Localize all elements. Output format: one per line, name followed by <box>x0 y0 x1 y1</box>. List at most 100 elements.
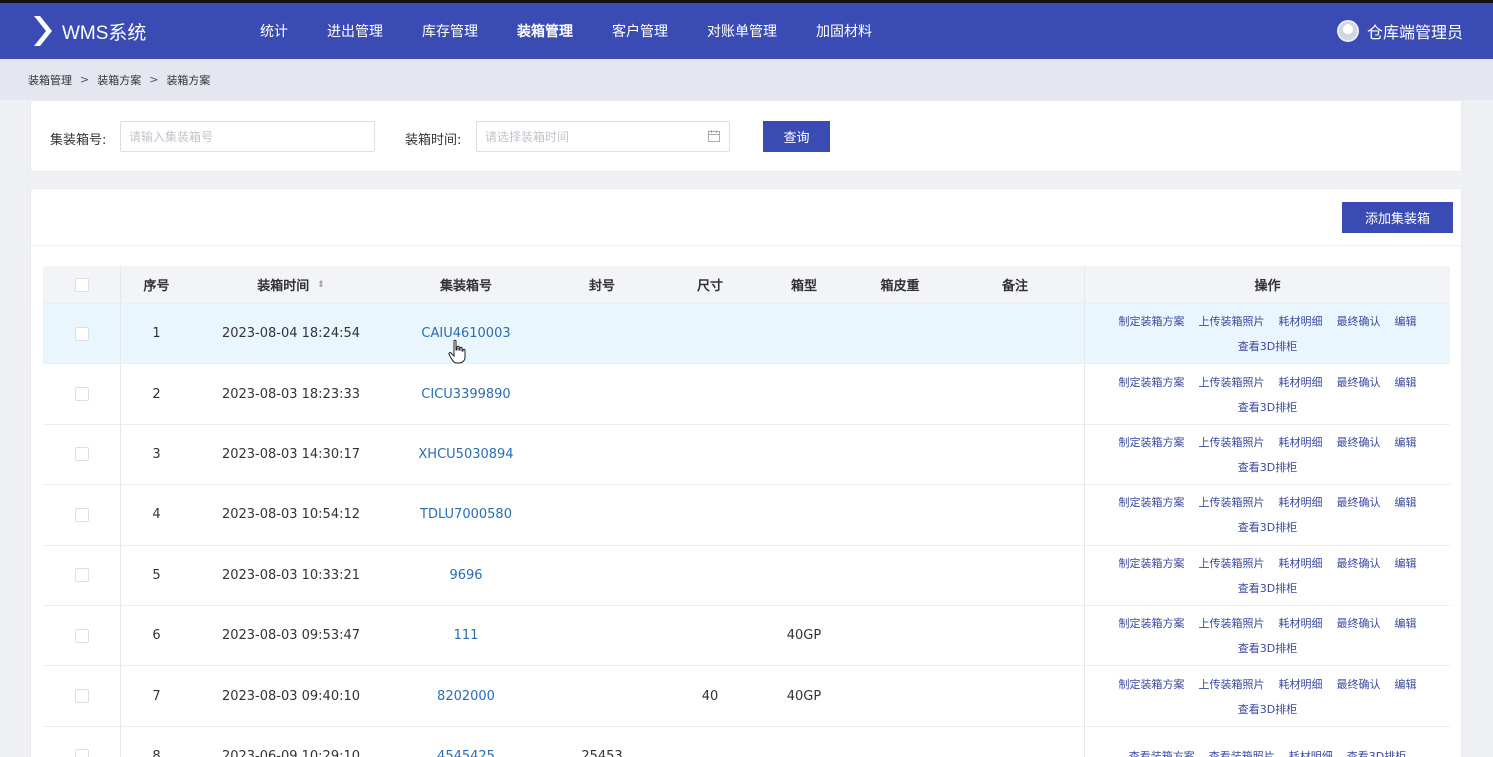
view-3d-link[interactable]: 查看3D排柜 <box>1238 399 1297 415</box>
op-link-4[interactable]: 编辑 <box>1395 313 1417 329</box>
row-checkbox[interactable] <box>74 447 89 462</box>
row-ops: 制定装箱方案 上传装箱照片 耗材明细 最终确认 编辑查看3D排柜 <box>1084 485 1450 545</box>
op-link-3[interactable]: 最终确认 <box>1337 434 1381 450</box>
op-link-3[interactable]: 查看3D排柜 <box>1347 748 1406 757</box>
op-link-3[interactable]: 最终确认 <box>1337 615 1381 631</box>
op-link-3[interactable]: 最终确认 <box>1337 494 1381 510</box>
op-link-3[interactable]: 最终确认 <box>1337 555 1381 571</box>
table-row[interactable]: 4 2023-08-03 10:54:12 TDLU7000580 制定装箱方案 上传装… <box>43 485 1450 546</box>
op-link-0[interactable]: 制定装箱方案 <box>1119 555 1185 571</box>
row-checkbox[interactable] <box>74 689 89 704</box>
breadcrumb-item[interactable]: 装箱方案 <box>97 72 141 88</box>
containers-table: 序号 装箱时间 ⇕ 集装箱号 封号 尺寸 箱型 箱皮重 备注 操作 1 2023-… <box>43 266 1450 757</box>
op-link-4[interactable]: 编辑 <box>1395 555 1417 571</box>
op-link-1[interactable]: 上传装箱照片 <box>1199 313 1265 329</box>
op-link-4[interactable]: 编辑 <box>1395 434 1417 450</box>
table-row[interactable]: 5 2023-08-03 10:33:21 9696 制定装箱方案 上传装箱照片 耗材明细… <box>43 545 1450 606</box>
op-link-4[interactable]: 编辑 <box>1395 615 1417 631</box>
op-link-2[interactable]: 耗材明细 <box>1289 748 1333 757</box>
row-checkbox[interactable] <box>74 507 89 522</box>
packing-time-picker[interactable] <box>476 121 730 152</box>
op-link-3[interactable]: 最终确认 <box>1337 676 1381 692</box>
view-3d-link[interactable]: 查看3D排柜 <box>1238 580 1297 596</box>
select-all-checkbox[interactable] <box>74 277 89 292</box>
op-link-0[interactable]: 制定装箱方案 <box>1119 676 1185 692</box>
container-no-link[interactable]: CICU3399890 <box>421 387 510 402</box>
row-checkbox[interactable] <box>74 387 89 402</box>
container-no-link[interactable]: 111 <box>454 628 479 643</box>
container-no-link[interactable]: XHCU5030894 <box>418 447 513 462</box>
row-checkbox[interactable] <box>74 749 89 757</box>
op-link-3[interactable]: 最终确认 <box>1337 313 1381 329</box>
row-checkbox[interactable] <box>74 628 89 643</box>
nav-item-customers[interactable]: 客户管理 <box>612 21 668 41</box>
breadcrumb-separator: > <box>149 73 159 86</box>
search-panel: 集装箱号: 装箱时间: 查询 <box>30 100 1462 172</box>
op-link-1[interactable]: 上传装箱照片 <box>1199 676 1265 692</box>
view-3d-link[interactable]: 查看3D排柜 <box>1238 640 1297 656</box>
row-seal <box>542 304 662 363</box>
op-link-2[interactable]: 耗材明细 <box>1279 374 1323 390</box>
row-note <box>950 304 1080 363</box>
op-link-4[interactable]: 编辑 <box>1395 374 1417 390</box>
nav-item-packing[interactable]: 装箱管理 <box>517 21 573 41</box>
op-link-1[interactable]: 上传装箱照片 <box>1199 434 1265 450</box>
op-link-1[interactable]: 上传装箱照片 <box>1199 555 1265 571</box>
view-3d-link[interactable]: 查看3D排柜 <box>1238 701 1297 717</box>
nav-item-inventory[interactable]: 库存管理 <box>422 21 478 41</box>
op-link-0[interactable]: 制定装箱方案 <box>1119 434 1185 450</box>
op-link-2[interactable]: 耗材明细 <box>1279 676 1323 692</box>
table-row[interactable]: 6 2023-08-03 09:53:47 111 40GP 制定装箱方案 上传装箱照片耗… <box>43 605 1450 667</box>
op-link-0[interactable]: 制定装箱方案 <box>1119 615 1185 631</box>
container-no-link[interactable]: TDLU7000580 <box>420 507 512 522</box>
container-no-link[interactable]: 9696 <box>449 568 482 583</box>
op-link-4[interactable]: 编辑 <box>1395 676 1417 692</box>
add-container-button[interactable]: 添加集装箱 <box>1342 202 1453 233</box>
op-link-0[interactable]: 查看装箱方案 <box>1129 748 1195 757</box>
app-logo[interactable]: WMS系统 <box>30 14 230 48</box>
op-link-2[interactable]: 耗材明细 <box>1279 615 1323 631</box>
container-no-input[interactable] <box>120 121 375 152</box>
op-link-1[interactable]: 查看装箱照片 <box>1209 748 1275 757</box>
row-type <box>758 727 850 757</box>
table-row[interactable]: 7 2023-08-03 09:40:10 8202000 40 40GP 制定装箱方案上… <box>43 666 1450 727</box>
op-link-4[interactable]: 编辑 <box>1395 494 1417 510</box>
query-button[interactable]: 查询 <box>763 121 830 152</box>
nav-item-inout[interactable]: 进出管理 <box>327 21 383 41</box>
table-row[interactable]: 2 2023-08-03 18:23:33 CICU3399890 制定装箱方案 上传装… <box>43 364 1450 425</box>
table-row[interactable]: 8 2023-06-09 10:29:10 4545425 25453 查看装箱方案 查看… <box>43 726 1450 757</box>
op-link-2[interactable]: 耗材明细 <box>1279 313 1323 329</box>
row-checkbox[interactable] <box>74 568 89 583</box>
header-container-no: 集装箱号 <box>439 279 492 294</box>
nav-item-statements[interactable]: 对账单管理 <box>707 21 777 41</box>
op-link-0[interactable]: 制定装箱方案 <box>1119 494 1185 510</box>
table-row[interactable]: 3 2023-08-03 14:30:17 XHCU5030894 制定装箱方案 上传装… <box>43 424 1450 486</box>
row-checkbox[interactable] <box>74 326 89 341</box>
nav-item-materials[interactable]: 加固材料 <box>816 21 872 41</box>
op-link-1[interactable]: 上传装箱照片 <box>1199 494 1265 510</box>
view-3d-link[interactable]: 查看3D排柜 <box>1238 519 1297 535</box>
op-link-2[interactable]: 耗材明细 <box>1279 555 1323 571</box>
row-ops: 制定装箱方案 上传装箱照片 耗材明细 最终确认 编辑查看3D排柜 <box>1084 545 1450 605</box>
user-menu[interactable]: 仓库端管理员 <box>1336 19 1463 43</box>
view-3d-link[interactable]: 查看3D排柜 <box>1238 338 1297 354</box>
ops-line: 查看3D排柜 <box>1231 640 1304 656</box>
op-link-2[interactable]: 耗材明细 <box>1279 434 1323 450</box>
table-row[interactable]: 1 2023-08-04 18:24:54 CAIU4610003 制定装箱方案 上传装… <box>43 304 1450 365</box>
op-link-2[interactable]: 耗材明细 <box>1279 494 1323 510</box>
op-link-3[interactable]: 最终确认 <box>1337 374 1381 390</box>
container-no-link[interactable]: 8202000 <box>437 689 495 704</box>
container-no-link[interactable]: 4545425 <box>437 749 495 757</box>
row-note <box>950 425 1080 484</box>
row-time: 2023-08-03 14:30:17 <box>221 446 361 462</box>
nav-item-stats[interactable]: 统计 <box>260 21 288 41</box>
op-link-1[interactable]: 上传装箱照片 <box>1199 374 1265 390</box>
view-3d-link[interactable]: 查看3D排柜 <box>1238 459 1297 475</box>
op-link-1[interactable]: 上传装箱照片 <box>1199 615 1265 631</box>
op-link-0[interactable]: 制定装箱方案 <box>1119 313 1185 329</box>
sort-icon[interactable]: ⇕ <box>317 280 325 290</box>
header-time[interactable]: 装箱时间 ⇕ <box>192 266 390 303</box>
op-link-0[interactable]: 制定装箱方案 <box>1119 374 1185 390</box>
breadcrumb-item[interactable]: 装箱管理 <box>28 72 72 88</box>
row-size <box>662 727 758 757</box>
